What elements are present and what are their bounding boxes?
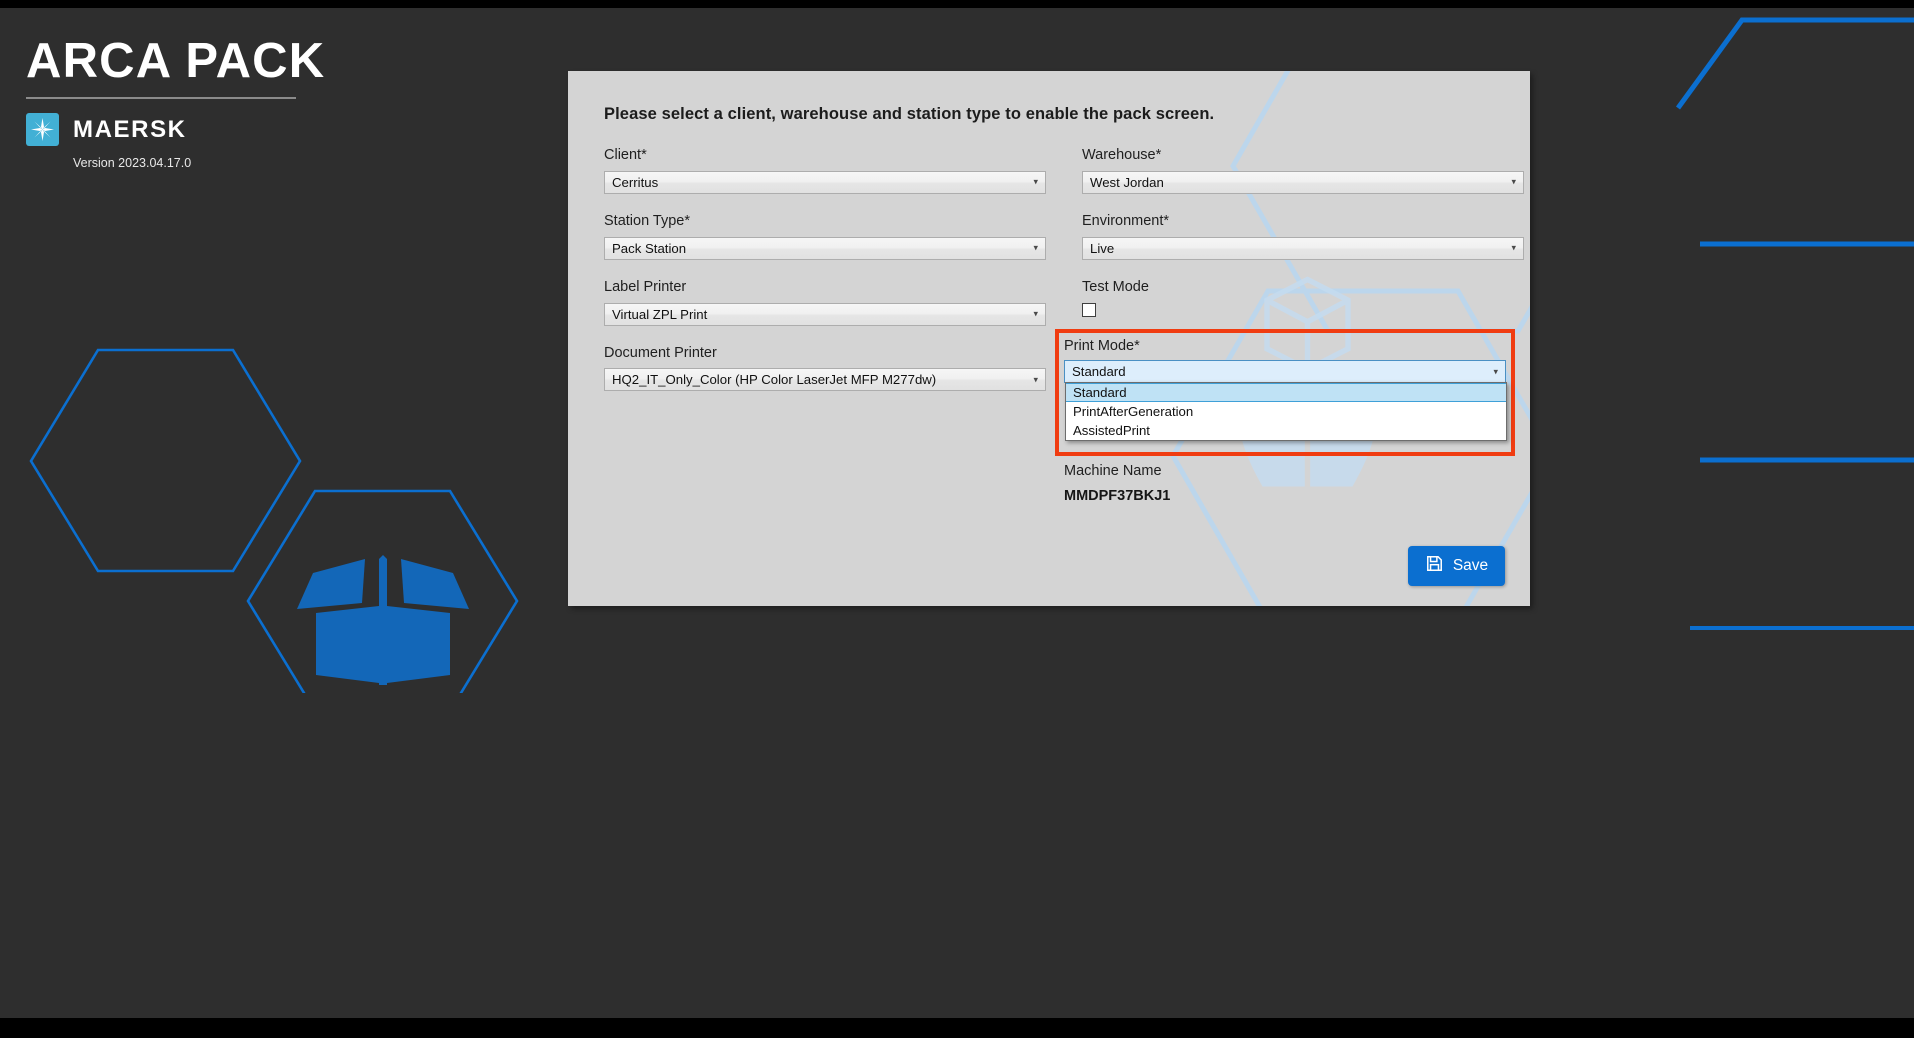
chevron-down-icon: ▾	[1033, 176, 1038, 187]
environment-value: Live	[1090, 240, 1115, 256]
branding-block: ARCA PACK MAERSK Version 2023.04.17.0	[26, 34, 386, 171]
print-mode-value: Standard	[1072, 364, 1126, 379]
print-mode-select[interactable]: Standard ▾ Standard PrintAfterGeneration…	[1064, 360, 1507, 441]
chevron-down-icon: ▾	[1033, 374, 1038, 385]
open-box-icon	[297, 555, 469, 685]
grid-gap	[1046, 146, 1082, 212]
station-type-label: Station Type*	[604, 212, 690, 229]
company-name: MAERSK	[73, 115, 187, 143]
field-label-printer: Label Printer Virtual ZPL Print ▾	[604, 278, 1046, 326]
company-row: MAERSK	[26, 113, 386, 147]
client-label: Client*	[604, 147, 647, 163]
field-print-mode: Print Mode* Standard ▾ Standard PrintAft…	[1064, 338, 1507, 441]
machine-name-value: MMDPF37BKJ1	[1064, 488, 1171, 504]
test-mode-checkbox[interactable]	[1082, 302, 1096, 317]
app-root: ARCA PACK MAERSK Version 2023.04.17.0 Pl…	[0, 0, 1914, 1038]
test-mode-label: Test Mode	[1082, 278, 1149, 295]
warehouse-select[interactable]: West Jordan ▾	[1082, 170, 1524, 194]
print-mode-dropdown-list[interactable]: Standard PrintAfterGeneration AssistedPr…	[1065, 382, 1507, 441]
field-environment: Environment* Live ▾	[1082, 212, 1524, 260]
document-printer-select[interactable]: HQ2_IT_Only_Color (HP Color LaserJet MFP…	[604, 368, 1046, 392]
dropdown-option-assisted-print[interactable]: AssistedPrint	[1066, 421, 1506, 440]
document-printer-label: Document Printer	[604, 344, 717, 361]
desktop-background: ARCA PACK MAERSK Version 2023.04.17.0 Pl…	[0, 8, 1914, 1018]
label-printer-value: Virtual ZPL Print	[612, 306, 708, 322]
chevron-down-icon: ▾	[1511, 176, 1516, 187]
environment-label: Environment*	[1082, 212, 1170, 229]
label-printer-label: Label Printer	[604, 278, 687, 295]
warehouse-label: Warehouse*	[1082, 147, 1162, 163]
title-divider	[26, 97, 296, 100]
station-type-select[interactable]: Pack Station ▾	[604, 236, 1046, 260]
station-type-value: Pack Station	[612, 240, 687, 256]
dropdown-option-print-after-generation[interactable]: PrintAfterGeneration	[1066, 402, 1506, 421]
machine-name-label: Machine Name	[1064, 463, 1162, 479]
client-value: Cerritus	[612, 174, 659, 190]
floppy-disk-save-icon	[1425, 554, 1444, 578]
version-label: Version 2023.04.17.0	[73, 156, 192, 171]
chevron-down-icon: ▾	[1033, 242, 1038, 253]
chevron-down-icon: ▾	[1493, 366, 1498, 376]
field-client: Client* Cerritus ▾	[604, 146, 1046, 194]
warehouse-value: West Jordan	[1090, 174, 1164, 190]
maersk-star-icon	[26, 113, 59, 147]
field-test-mode: Test Mode	[1082, 278, 1524, 326]
environment-select[interactable]: Live ▾	[1082, 236, 1524, 260]
grid-gap	[1046, 278, 1082, 344]
page-title: Please select a client, warehouse and st…	[604, 105, 1215, 123]
dropdown-option-standard[interactable]: Standard	[1066, 383, 1506, 402]
document-printer-value: HQ2_IT_Only_Color (HP Color LaserJet MFP…	[612, 372, 937, 388]
grid-gap	[1046, 212, 1082, 278]
machine-name-block: Machine Name MMDPF37BKJ1	[1064, 463, 1506, 505]
label-printer-select[interactable]: Virtual ZPL Print ▾	[604, 302, 1046, 326]
field-document-printer: Document Printer HQ2_IT_Only_Color (HP C…	[604, 344, 1046, 392]
chevron-down-icon: ▾	[1511, 242, 1516, 253]
client-select[interactable]: Cerritus ▾	[604, 170, 1046, 194]
hexagon-package-artwork	[29, 348, 519, 693]
app-title: ARCA PACK	[26, 34, 326, 88]
field-station-type: Station Type* Pack Station ▾	[604, 212, 1046, 260]
field-warehouse: Warehouse* West Jordan ▾	[1082, 146, 1524, 194]
print-mode-label: Print Mode*	[1064, 338, 1140, 354]
save-button-label: Save	[1452, 557, 1489, 574]
save-button[interactable]: Save	[1408, 546, 1505, 586]
chevron-down-icon: ▾	[1033, 308, 1038, 319]
